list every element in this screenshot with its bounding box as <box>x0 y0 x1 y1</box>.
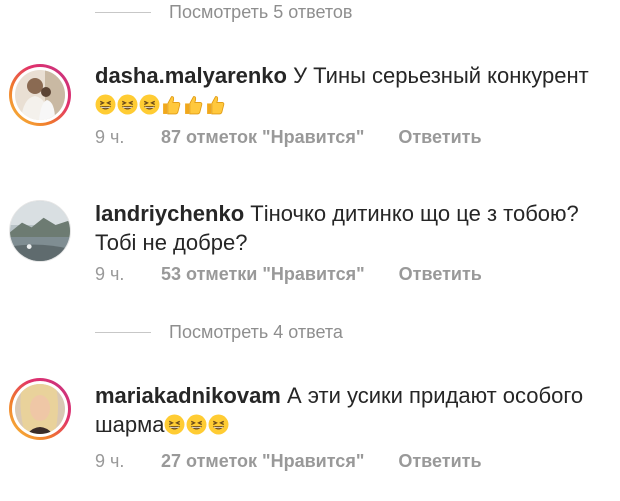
view-replies-button[interactable]: Посмотреть 4 ответа <box>95 320 343 344</box>
avatar-photo <box>15 70 65 120</box>
grinning-squint-face-icon <box>117 94 138 115</box>
comment-likes-button[interactable]: 87 отметок "Нравится" <box>161 127 364 148</box>
comment-username[interactable]: landriychenko <box>95 201 244 226</box>
avatar[interactable] <box>9 64 71 126</box>
comment-text: У Тины серьезный конкурент <box>286 63 589 88</box>
reply-button[interactable]: Ответить <box>398 127 481 148</box>
grinning-squint-face-icon <box>208 414 229 435</box>
thumbs-up-icon <box>161 94 182 115</box>
divider-line <box>95 11 151 13</box>
view-replies-button[interactable]: Посмотреть 5 ответов <box>95 0 353 24</box>
emoji-row <box>164 412 230 437</box>
comment-username[interactable]: dasha.malyarenko <box>95 63 287 88</box>
avatar-photo <box>10 201 70 261</box>
emoji-row <box>95 92 227 117</box>
comment-likes-button[interactable]: 53 отметки "Нравится" <box>161 264 365 285</box>
grinning-squint-face-icon <box>95 94 116 115</box>
grinning-squint-face-icon <box>139 94 160 115</box>
comment-username[interactable]: mariakadnikovam <box>95 383 281 408</box>
view-replies-label[interactable]: Посмотреть 4 ответа <box>169 322 343 343</box>
comment-time: 9 ч. <box>95 451 125 471</box>
comment-meta: 9 ч. 53 отметки "Нравится" Ответить <box>95 264 482 285</box>
comment-meta: 9 ч. 27 отметок "Нравится" Ответить <box>95 451 482 472</box>
reply-button[interactable]: Ответить <box>398 451 481 472</box>
avatar[interactable] <box>9 200 71 262</box>
comment-meta: 9 ч. 87 отметок "Нравится" Ответить <box>95 127 482 148</box>
divider-line <box>95 331 151 333</box>
avatar[interactable] <box>9 378 71 440</box>
avatar-photo <box>15 384 65 434</box>
grinning-squint-face-icon <box>164 414 185 435</box>
view-replies-label[interactable]: Посмотреть 5 ответов <box>169 2 353 23</box>
comment-time: 9 ч. <box>95 127 125 147</box>
comment-time: 9 ч. <box>95 264 125 284</box>
grinning-squint-face-icon <box>186 414 207 435</box>
comment-likes-button[interactable]: 27 отметок "Нравится" <box>161 451 364 472</box>
reply-button[interactable]: Ответить <box>399 264 482 285</box>
thumbs-up-icon <box>183 94 204 115</box>
thumbs-up-icon <box>205 94 226 115</box>
